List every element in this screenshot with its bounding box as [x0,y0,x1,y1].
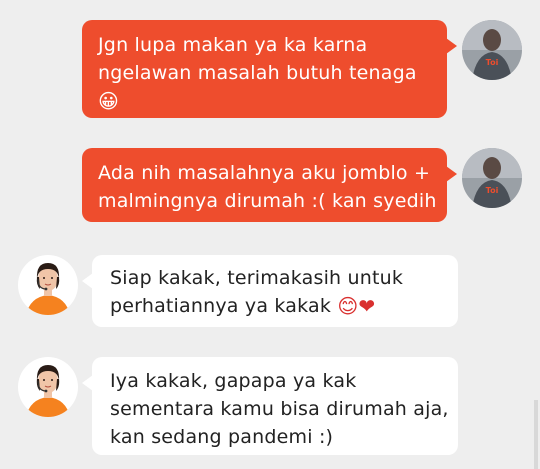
message-text-row: perhatiannya ya kakak 😊❤ [110,292,448,320]
incoming-message-bubble[interactable]: Siap kakak, terimakasih untuk perhatiann… [82,255,458,327]
user-avatar[interactable]: Toi [462,20,522,80]
message-text-line: sementara kamu bisa dirumah aja, [110,398,449,420]
grinning-face-emoji-icon: 😀 [98,89,120,113]
message-text-line: Jgn lupa makan ya ka karna [98,34,368,56]
outgoing-message-bubble[interactable]: Ada nih masalahnya aku jomblo + malmingn… [82,148,457,222]
support-agent-avatar[interactable] [18,255,78,315]
support-agent-avatar[interactable] [18,357,78,417]
user-avatar[interactable]: Toi [462,148,522,208]
message-text-line: Ada nih masalahnya aku jomblo + [98,162,431,184]
incoming-message-bubble[interactable]: Iya kakak, gapapa ya kak sementara kamu … [82,357,458,455]
chat-thread: Jgn lupa makan ya ka karna ngelawan masa… [0,0,540,469]
shirt-logo-text: Toi [486,58,499,67]
message-text-line: ngelawan masalah butuh tenaga [98,62,417,84]
message-text-line: malmingnya dirumah :( kan syedih [98,190,437,212]
message-text-line: kan sedang pandemi :) [110,426,334,448]
outgoing-message-bubble[interactable]: Jgn lupa makan ya ka karna ngelawan masa… [82,20,457,118]
message-text-line: Iya kakak, gapapa ya kak [110,370,357,392]
scrollbar[interactable] [534,400,538,469]
shirt-logo-text: Toi [486,186,499,195]
message-text-line: perhatiannya ya kakak [110,295,332,317]
smiling-face-heart-emoji-icon: 😊❤ [337,294,376,318]
message-text-line: Siap kakak, terimakasih untuk [110,267,404,289]
